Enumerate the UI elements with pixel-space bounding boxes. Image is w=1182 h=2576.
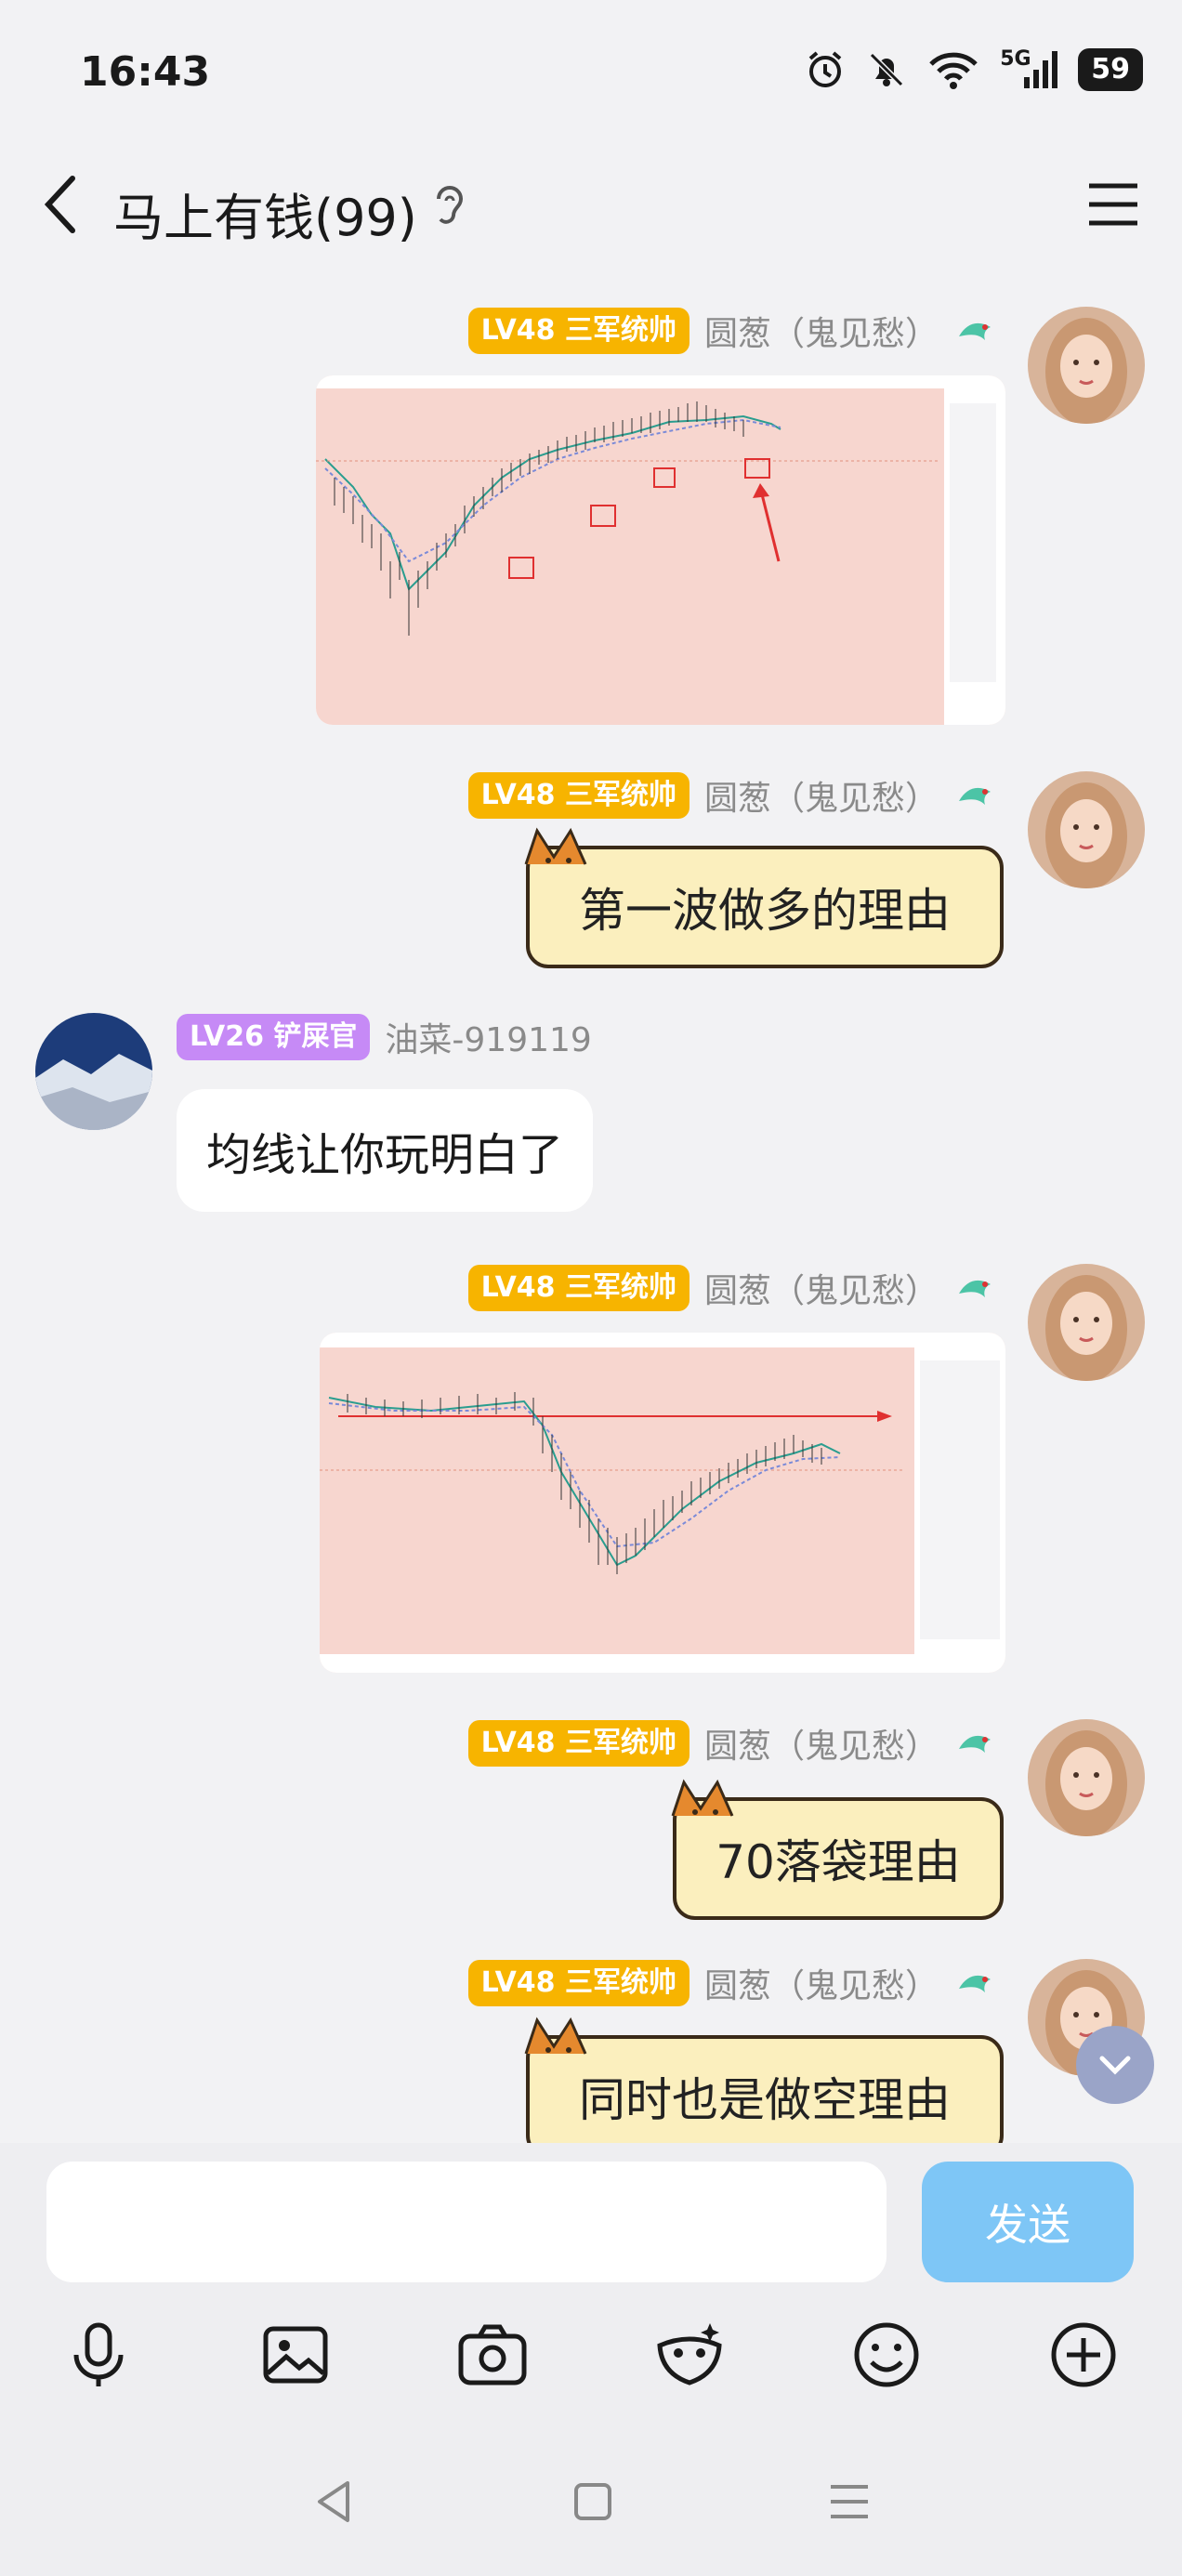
level-badge: LV48 三军统帅	[467, 1960, 690, 2006]
level-badge: LV48 三军统帅	[467, 1720, 690, 1767]
avatar[interactable]	[1028, 307, 1145, 424]
message-bubble[interactable]: 70落袋理由	[671, 1779, 1004, 1920]
back-icon[interactable]	[37, 167, 84, 242]
chart-screenshot-image[interactable]	[316, 375, 1005, 725]
message-meta: LV48 三军统帅 圆葱（鬼见愁）	[467, 771, 998, 820]
mic-icon[interactable]	[61, 2318, 136, 2392]
status-icons: 5G 59	[805, 47, 1143, 91]
level-badge: LV48 三军统帅	[467, 772, 690, 819]
dragon-icon	[959, 1280, 991, 1297]
sender-name[interactable]: 圆葱（鬼见愁）	[704, 1719, 939, 1768]
scroll-to-bottom-button[interactable]	[1076, 2026, 1154, 2104]
message-text: 同时也是做空理由	[579, 2073, 951, 2127]
message-bubble[interactable]: 第一波做多的理由	[524, 827, 1004, 968]
message-text: 70落袋理由	[716, 1835, 961, 1889]
level-badge: LV26 铲屎官	[177, 1014, 371, 1060]
sender-name[interactable]: 圆葱（鬼见愁）	[704, 1264, 939, 1312]
cat-ears-icon	[671, 1779, 734, 1817]
cat-ears-icon	[524, 827, 587, 865]
alarm-icon	[808, 51, 842, 87]
menu-icon[interactable]	[1085, 180, 1141, 229]
dragon-icon	[959, 322, 991, 340]
sender-name[interactable]: 油菜-919119	[385, 1013, 591, 1061]
ear-icon[interactable]	[429, 180, 466, 229]
level-badge: LV48 三军统帅	[467, 308, 690, 354]
battery-indicator: 59	[1078, 48, 1143, 91]
avatar[interactable]	[1028, 1264, 1145, 1381]
plus-icon[interactable]	[1046, 2318, 1121, 2392]
signal-icon: 5G	[1000, 47, 1058, 88]
send-button[interactable]: 发送	[922, 2162, 1134, 2282]
status-time: 16:43	[80, 48, 211, 96]
camera-icon[interactable]	[455, 2318, 530, 2392]
avatar[interactable]	[1028, 1719, 1145, 1836]
sender-name[interactable]: 圆葱（鬼见愁）	[704, 307, 939, 355]
network-label: 5G	[1000, 47, 1031, 71]
dragon-icon	[959, 1735, 991, 1753]
message-input[interactable]	[46, 2162, 886, 2282]
level-badge: LV48 三军统帅	[467, 1265, 690, 1311]
message-meta: LV48 三军统帅 圆葱（鬼见愁）	[467, 1264, 998, 1312]
chevron-down-icon	[1099, 2056, 1131, 2075]
sender-name[interactable]: 圆葱（鬼见愁）	[704, 771, 939, 820]
sender-name[interactable]: 圆葱（鬼见愁）	[704, 1959, 939, 2007]
message-meta: LV48 三军统帅 圆葱（鬼见愁）	[467, 1959, 998, 2007]
message-bubble[interactable]: 均线让你玩明白了	[177, 1089, 594, 1212]
avatar[interactable]	[35, 1013, 152, 1130]
cat-ears-icon	[524, 2017, 587, 2055]
emoji-icon[interactable]	[849, 2318, 924, 2392]
image-icon[interactable]	[258, 2318, 333, 2392]
wifi-icon	[929, 52, 978, 89]
chat-title: 马上有钱(99)	[113, 189, 417, 247]
message-text: 均线让你玩明白了	[206, 1129, 564, 1181]
dragon-icon	[959, 1975, 991, 1992]
nav-back-icon[interactable]	[307, 2474, 362, 2530]
dragon-icon	[959, 787, 991, 805]
message-bubble[interactable]: 同时也是做空理由	[524, 2017, 1004, 2158]
message-meta: LV48 三军统帅 圆葱（鬼见愁）	[467, 307, 998, 355]
mask-icon[interactable]	[652, 2318, 727, 2392]
mute-icon	[870, 52, 904, 87]
message-meta: LV48 三军统帅 圆葱（鬼见愁）	[467, 1719, 998, 1768]
message-text: 第一波做多的理由	[579, 884, 951, 938]
avatar[interactable]	[1028, 771, 1145, 888]
message-meta: LV26 铲屎官 油菜-919119	[177, 1013, 592, 1061]
nav-home-icon[interactable]	[565, 2474, 621, 2530]
chart-screenshot-image[interactable]	[320, 1333, 1005, 1673]
nav-recents-icon[interactable]	[821, 2474, 877, 2530]
